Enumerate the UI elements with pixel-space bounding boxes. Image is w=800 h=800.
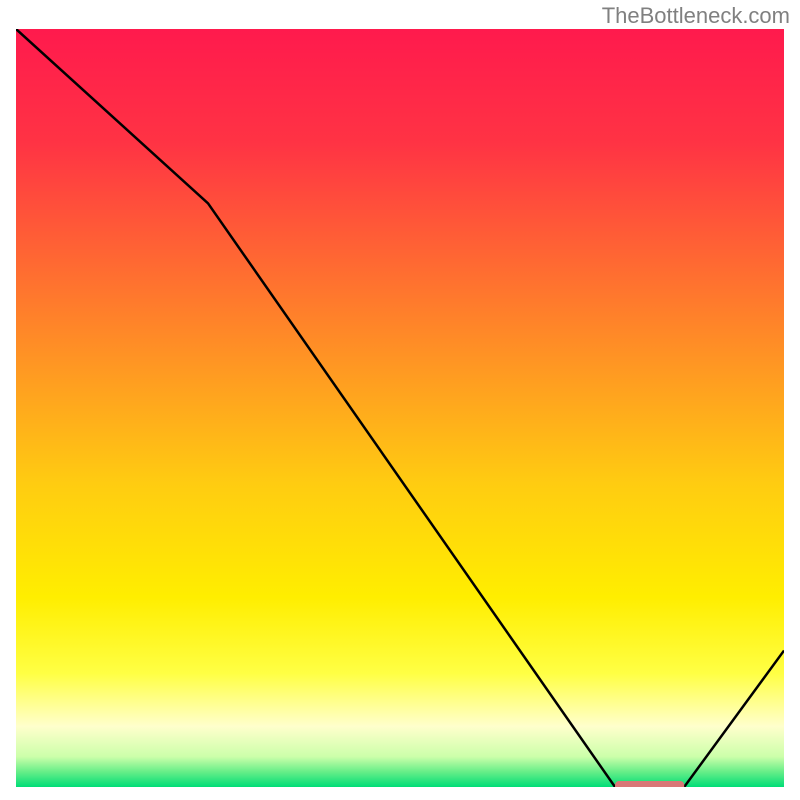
chart-line-layer bbox=[16, 29, 784, 787]
attribution-text: TheBottleneck.com bbox=[602, 3, 790, 29]
chart-area bbox=[16, 29, 784, 787]
optimal-marker bbox=[615, 781, 684, 787]
bottleneck-curve bbox=[16, 29, 784, 787]
